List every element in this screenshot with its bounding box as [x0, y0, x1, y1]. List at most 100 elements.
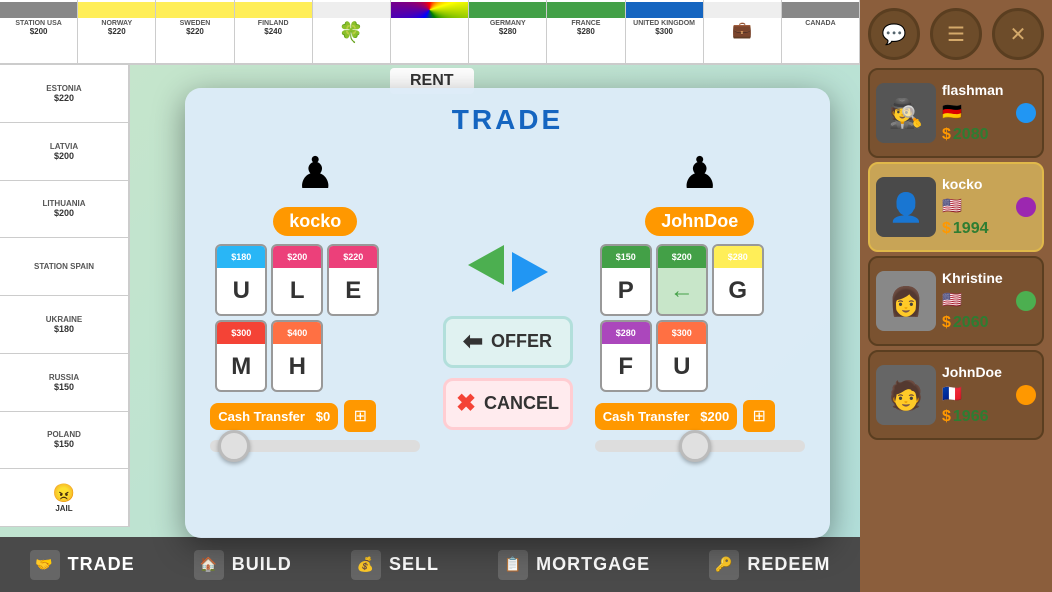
menu-icon: ☰	[947, 22, 965, 47]
tile-finland: FINLAND $240	[235, 0, 313, 63]
prop-color-h: $400	[273, 322, 321, 344]
calc-icon-left[interactable]: ⊞	[344, 400, 376, 432]
prop-letter-h: H	[289, 344, 306, 390]
nav-sell[interactable]: 💰 SELL	[351, 550, 439, 580]
prop-card-arrow[interactable]: $200 ←	[656, 244, 708, 316]
player-name-khristine: Khristine	[942, 270, 1010, 286]
slider-thumb-left[interactable]	[218, 430, 250, 462]
cash-label-right: Cash Transfer $200	[595, 403, 737, 430]
menu-button[interactable]: ☰	[930, 8, 982, 60]
trade-title: TRADE	[452, 104, 563, 136]
prop-letter-e: E	[345, 268, 361, 314]
trade-body: ♟ kocko $180 U $200 L $220 E $300 M	[201, 148, 814, 522]
trade-arrows	[468, 241, 548, 296]
player-name-flashman: flashman	[942, 82, 1010, 98]
prop-color-l: $200	[273, 246, 321, 268]
player-money-flashman: $ 2080	[942, 126, 1010, 144]
prop-card-ur[interactable]: $300 U	[656, 320, 708, 392]
prop-color-p: $150	[602, 246, 650, 268]
prop-letter-ur: U	[673, 344, 690, 390]
player-card-kocko: 👤 kocko 🇺🇸 $ 1994	[868, 162, 1044, 252]
mortgage-icon: 📋	[498, 550, 528, 580]
cash-row-left: Cash Transfer $0 ⊞	[210, 400, 420, 432]
build-icon: 🏠	[194, 550, 224, 580]
prop-card-e[interactable]: $220 E	[327, 244, 379, 316]
tile-color-wheel	[391, 0, 469, 63]
prop-color-m: $300	[217, 322, 265, 344]
slider-left[interactable]	[210, 440, 420, 452]
prop-card-u[interactable]: $180 U	[215, 244, 267, 316]
prop-color-u: $180	[217, 246, 265, 268]
player-info-kocko: kocko 🇺🇸 $ 1994	[942, 176, 1010, 238]
token-kocko	[1016, 197, 1036, 217]
left-prop-grid: $180 U $200 L $220 E $300 M $400 H	[215, 244, 415, 392]
player-money-kocko: $ 1994	[942, 220, 1010, 238]
nav-mortgage[interactable]: 📋 MORTGAGE	[498, 550, 650, 580]
tile-misc1: 💼	[704, 0, 782, 63]
prop-color-g: $280	[714, 246, 762, 268]
avatar-kocko: 👤	[876, 177, 936, 237]
chat-icon: 💬	[882, 22, 907, 47]
prop-card-l[interactable]: $200 L	[271, 244, 323, 316]
prop-letter-g: G	[728, 268, 747, 314]
player-flag-flashman: 🇩🇪	[942, 102, 1010, 122]
sidebar: 💬 ☰ ✕ 🕵️ flashman 🇩🇪 $ 2080 👤 kocko	[860, 0, 1052, 592]
prop-letter-u: U	[233, 268, 250, 314]
player-card-khristine: 👩 Khristine 🇺🇸 $ 2060	[868, 256, 1044, 346]
nav-build[interactable]: 🏠 BUILD	[194, 550, 292, 580]
player-name-johndoe: JohnDoe	[942, 364, 1010, 380]
prop-letter-arrow: ←	[670, 268, 694, 314]
offer-button[interactable]: ⬅ OFFER	[443, 316, 573, 368]
arrow-right-icon	[512, 252, 548, 292]
player-money-johndoe: $ 1966	[942, 408, 1010, 426]
avatar-khristine: 👩	[876, 271, 936, 331]
tile-ukraine: UKRAINE $180	[0, 296, 128, 354]
slider-thumb-right[interactable]	[679, 430, 711, 462]
token-johndoe	[1016, 385, 1036, 405]
player-info-khristine: Khristine 🇺🇸 $ 2060	[942, 270, 1010, 332]
slider-track-left	[210, 440, 420, 452]
cancel-button[interactable]: ✖ CANCEL	[443, 378, 573, 430]
tile-canada: CANADA	[782, 0, 860, 63]
cash-label-left: Cash Transfer $0	[210, 403, 338, 430]
tile-clover: 🍀	[313, 0, 391, 63]
close-icon: ✕	[1010, 22, 1027, 47]
tile-norway: NORWAY $220	[78, 0, 156, 63]
redeem-icon: 🔑	[709, 550, 739, 580]
prop-card-g[interactable]: $280 G	[712, 244, 764, 316]
prop-color-arrow: $200	[658, 246, 706, 268]
slider-track-right	[595, 440, 805, 452]
calc-icon-right[interactable]: ⊞	[743, 400, 775, 432]
prop-card-m[interactable]: $300 M	[215, 320, 267, 392]
close-button[interactable]: ✕	[992, 8, 1044, 60]
nav-redeem[interactable]: 🔑 REDEEM	[709, 550, 830, 580]
player-card-flashman: 🕵️ flashman 🇩🇪 $ 2080	[868, 68, 1044, 158]
pawn-right: ♟	[680, 148, 719, 199]
tile-france: FRANCE $280	[547, 0, 625, 63]
prop-color-f: $280	[602, 322, 650, 344]
prop-color-e: $220	[329, 246, 377, 268]
prop-letter-l: L	[290, 268, 305, 314]
chat-button[interactable]: 💬	[868, 8, 920, 60]
player-flag-khristine: 🇺🇸	[942, 290, 1010, 310]
sell-icon: 💰	[351, 550, 381, 580]
tile-sweden: SWEDEN $220	[156, 0, 234, 63]
prop-card-h[interactable]: $400 H	[271, 320, 323, 392]
slider-right[interactable]	[595, 440, 805, 452]
nav-trade[interactable]: 🤝 TRADE	[30, 550, 135, 580]
prop-letter-p: P	[618, 268, 634, 314]
left-tile-strip: ESTONIA $220 LATVIA $200 LITHUANIA $200 …	[0, 65, 130, 527]
tile-latvia: LATVIA $200	[0, 123, 128, 181]
player-left-label: kocko	[273, 207, 357, 236]
tile-corner-jail: 😠 JAIL	[0, 469, 128, 527]
right-prop-grid: $150 P $200 ← $280 G $280 F $300 U	[600, 244, 800, 392]
tile-russia: RUSSIA $150	[0, 354, 128, 412]
prop-card-p[interactable]: $150 P	[600, 244, 652, 316]
top-tile-strip: STATION USA $200 NORWAY $220 SWEDEN $220…	[0, 0, 860, 65]
tile-poland: POLAND $150	[0, 412, 128, 470]
prop-color-ur: $300	[658, 322, 706, 344]
prop-letter-f: F	[618, 344, 633, 390]
trade-center: ⬅ OFFER ✖ CANCEL	[438, 148, 578, 522]
prop-card-f[interactable]: $280 F	[600, 320, 652, 392]
pawn-left: ♟	[296, 148, 335, 199]
